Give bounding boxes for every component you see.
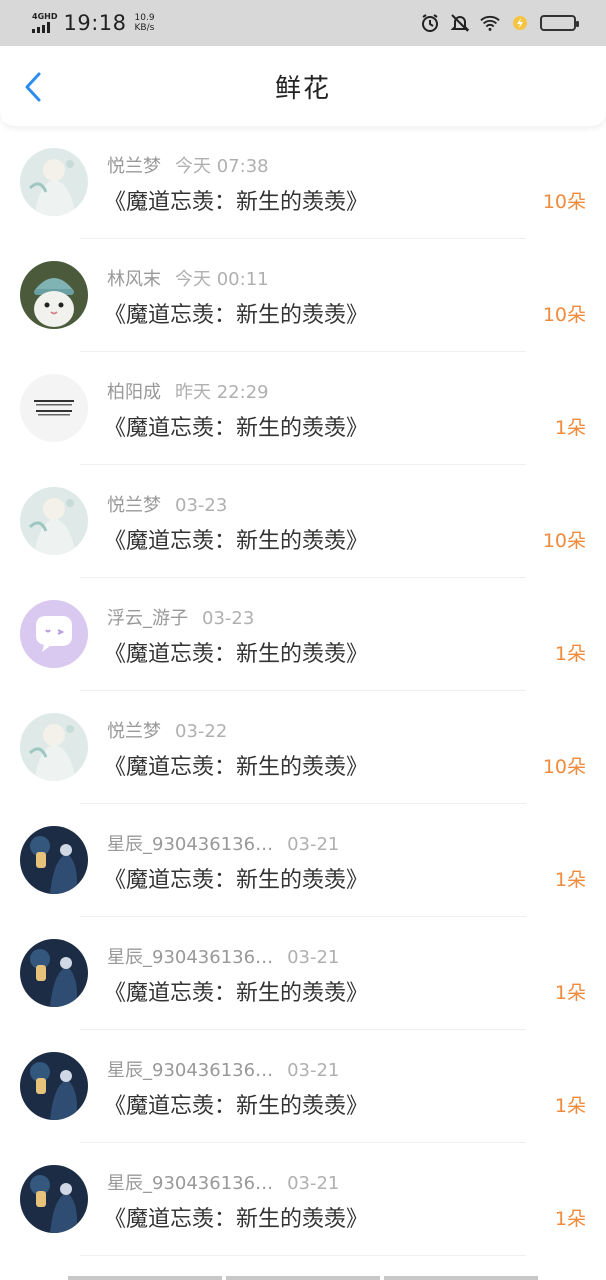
divider	[80, 1255, 526, 1256]
avatar[interactable]	[20, 826, 88, 894]
user-name: 浮云_游子	[107, 608, 188, 629]
user-name: 柏阳成	[107, 382, 161, 403]
user-name: 星辰_930436136…	[107, 947, 274, 968]
flower-count: 1朵	[554, 417, 586, 439]
status-right	[420, 13, 579, 33]
list-item[interactable]: 星辰_930436136… 03-21 《魔道忘羡：新生的羡羡》 1朵	[0, 1030, 606, 1143]
send-time: 03-23	[202, 608, 255, 629]
book-title: 《魔道忘羡：新生的羡羡》	[104, 868, 369, 893]
flower-count: 1朵	[554, 643, 586, 665]
list-item[interactable]: 林风末 今天 00:11 《魔道忘羡：新生的羡羡》 10朵	[0, 239, 606, 352]
avatar[interactable]	[20, 148, 88, 216]
wifi-icon	[480, 13, 500, 33]
avatar[interactable]	[20, 1165, 88, 1233]
list-item[interactable]: 浮云_游子 03-23 《魔道忘羡：新生的羡羡》 1朵	[0, 578, 606, 691]
avatar[interactable]	[20, 600, 88, 668]
list-item[interactable]: 星辰_930436136… 03-21 《魔道忘羡：新生的羡羡》 1朵	[0, 917, 606, 1030]
send-time: 03-21	[287, 1173, 340, 1194]
flower-count: 10朵	[542, 191, 586, 213]
send-time: 昨天 22:29	[175, 382, 269, 403]
mute-bell-icon	[450, 13, 470, 33]
chevron-left-icon	[25, 72, 41, 102]
back-button[interactable]	[18, 70, 48, 104]
speed-value: 10.9	[134, 13, 155, 23]
book-title: 《魔道忘羡：新生的羡羡》	[104, 642, 369, 667]
flower-count: 1朵	[554, 1095, 586, 1117]
list-item[interactable]: 悦兰梦 03-22 《魔道忘羡：新生的羡羡》 10朵	[0, 691, 606, 804]
book-title: 《魔道忘羡：新生的羡羡》	[104, 416, 369, 441]
flower-count: 10朵	[542, 756, 586, 778]
list-item[interactable]: 柏阳成 昨天 22:29 《魔道忘羡：新生的羡羡》 1朵	[0, 352, 606, 465]
send-time: 03-22	[175, 721, 228, 742]
book-title: 《魔道忘羡：新生的羡羡》	[104, 1207, 369, 1232]
header-bar: 鲜花	[0, 46, 606, 126]
user-name: 星辰_930436136…	[107, 1060, 274, 1081]
user-name: 悦兰梦	[107, 495, 161, 516]
send-time: 03-21	[287, 1060, 340, 1081]
user-name: 悦兰梦	[107, 156, 161, 177]
flower-count: 10朵	[542, 304, 586, 326]
network-speed: 10.9 KB/s	[135, 13, 155, 33]
book-title: 《魔道忘羡：新生的羡羡》	[104, 1094, 369, 1119]
user-name: 星辰_930436136…	[107, 834, 274, 855]
avatar[interactable]	[20, 939, 88, 1007]
list-item[interactable]: 悦兰梦 03-23 《魔道忘羡：新生的羡羡》 10朵	[0, 465, 606, 578]
speed-unit: KB/s	[134, 23, 155, 33]
flower-count: 10朵	[542, 530, 586, 552]
book-title: 《魔道忘羡：新生的羡羡》	[104, 303, 369, 328]
user-name: 星辰_930436136…	[107, 1173, 274, 1194]
status-bar: 4GHD 19:18 10.9 KB/s	[0, 0, 606, 46]
flower-count: 1朵	[554, 982, 586, 1004]
user-name: 悦兰梦	[107, 721, 161, 742]
book-title: 《魔道忘羡：新生的羡羡》	[104, 529, 369, 554]
avatar[interactable]	[20, 374, 88, 442]
charging-icon	[510, 13, 530, 33]
book-title: 《魔道忘羡：新生的羡羡》	[104, 755, 369, 780]
flower-count: 1朵	[554, 1208, 586, 1230]
send-time: 今天 00:11	[175, 269, 269, 290]
page-title: 鲜花	[274, 73, 331, 104]
list-item[interactable]: 星辰_930436136… 03-21 《魔道忘羡：新生的羡羡》 1朵	[0, 1143, 606, 1256]
signal-bars-icon	[32, 22, 50, 33]
alarm-icon	[420, 13, 440, 33]
list-item[interactable]: 悦兰梦 今天 07:38 《魔道忘羡：新生的羡羡》 10朵	[0, 126, 606, 239]
book-title: 《魔道忘羡：新生的羡羡》	[104, 190, 369, 215]
bottom-scroll-indicator	[68, 1276, 538, 1280]
flower-list: 悦兰梦 今天 07:38 《魔道忘羡：新生的羡羡》 10朵 林风末 今天 00:11…	[0, 126, 606, 1256]
send-time: 03-21	[287, 947, 340, 968]
avatar[interactable]	[20, 487, 88, 555]
book-title: 《魔道忘羡：新生的羡羡》	[104, 981, 369, 1006]
status-left: 4GHD 19:18 10.9 KB/s	[32, 11, 155, 35]
send-time: 03-21	[287, 834, 340, 855]
user-name: 林风末	[107, 269, 161, 290]
clock: 19:18	[63, 11, 127, 35]
avatar[interactable]	[20, 261, 88, 329]
send-time: 今天 07:38	[175, 156, 269, 177]
send-time: 03-23	[175, 495, 228, 516]
avatar[interactable]	[20, 713, 88, 781]
avatar[interactable]	[20, 1052, 88, 1120]
flower-count: 1朵	[554, 869, 586, 891]
signal-indicator: 4GHD	[32, 13, 57, 33]
network-type: 4GHD	[32, 12, 58, 21]
battery-icon	[540, 15, 579, 31]
list-item[interactable]: 星辰_930436136… 03-21 《魔道忘羡：新生的羡羡》 1朵	[0, 804, 606, 917]
